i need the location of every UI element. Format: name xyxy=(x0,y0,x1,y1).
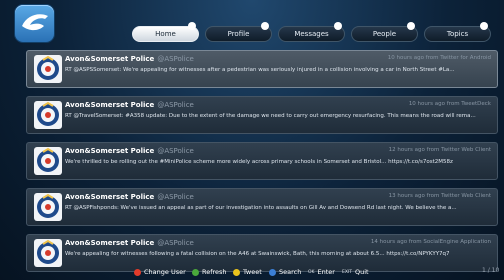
bottom-bar: Change User Refresh Tweet Search OK Ente… xyxy=(0,265,504,280)
tab-topics[interactable]: Topics xyxy=(424,22,491,42)
tweet-author-name: Avon&Somerset Police xyxy=(65,55,155,63)
green-button-icon xyxy=(192,268,199,276)
tweet-meta: 12 hours ago from Twitter Web Client xyxy=(388,147,491,153)
tab-profile-indicator xyxy=(261,22,269,30)
enter-button[interactable]: OK Enter xyxy=(308,268,335,276)
tab-topics-indicator xyxy=(480,22,488,30)
tweet-author-handle: @ASPolice xyxy=(157,193,194,201)
tweet-text: We're appealing for witnesses following … xyxy=(65,251,450,257)
page-indicator: 1 / 10 xyxy=(482,267,500,274)
red-button-icon xyxy=(134,268,141,276)
tweet-text: RT @TravelSomerset: #A358 update: Due to… xyxy=(65,113,476,119)
blue-button-icon xyxy=(269,268,276,276)
tweet-author: Avon&Somerset Police @ASPolice xyxy=(65,239,194,247)
tab-topics-label: Topics xyxy=(446,30,469,38)
quit-button[interactable]: EXIT Quit xyxy=(342,268,369,276)
tab-people-label: People xyxy=(372,30,397,38)
police-badge-avatar-icon xyxy=(34,193,62,221)
refresh-button[interactable]: Refresh xyxy=(192,268,227,276)
tab-messages[interactable]: Messages xyxy=(278,22,345,42)
tweet-meta: 10 hours ago from TweetDeck xyxy=(408,101,491,107)
enter-label: Enter xyxy=(317,268,335,276)
tweet-item[interactable]: Avon&Somerset Police @ASPolice 13 hours a… xyxy=(26,188,498,226)
tab-messages-label: Messages xyxy=(294,30,329,38)
tweet-feed: Avon&Somerset Police @ASPolice 10 hours a… xyxy=(26,50,498,280)
tweet-author-name: Avon&Somerset Police xyxy=(65,193,155,201)
tab-home-label: Home xyxy=(155,30,176,38)
tweet-author-handle: @ASPolice xyxy=(157,55,194,63)
ok-key-icon: OK xyxy=(308,269,315,275)
tab-home[interactable]: Home xyxy=(132,22,199,42)
tweet-item[interactable]: Avon&Somerset Police @ASPolice 12 hours a… xyxy=(26,142,498,180)
tweet-author-handle: @ASPolice xyxy=(157,147,194,155)
tweet-author-handle: @ASPolice xyxy=(157,101,194,109)
exit-key-icon: EXIT xyxy=(342,269,353,275)
yellow-button-icon xyxy=(233,268,240,276)
tweet-author: Avon&Somerset Police @ASPolice xyxy=(65,101,194,109)
tweet-author: Avon&Somerset Police @ASPolice xyxy=(65,193,194,201)
tweet-author-name: Avon&Somerset Police xyxy=(65,101,155,109)
tab-people[interactable]: People xyxy=(351,22,418,42)
tweet-text: RT @ASPSSomerset: We're appealing for wi… xyxy=(65,67,455,73)
police-badge-avatar-icon xyxy=(34,239,62,267)
tweet-author-name: Avon&Somerset Police xyxy=(65,239,155,247)
app-logo xyxy=(15,5,54,42)
tab-profile[interactable]: Profile xyxy=(205,22,272,42)
tweet-text: RT @ASPFishponds: We've issued an appeal… xyxy=(65,205,457,211)
quit-label: Quit xyxy=(355,268,369,276)
change-user-button[interactable]: Change User xyxy=(134,268,186,276)
tweet-item[interactable]: Avon&Somerset Police @ASPolice 10 hours a… xyxy=(26,96,498,134)
tweet-text: We're thrilled to be rolling out the #Mi… xyxy=(65,159,453,165)
search-button[interactable]: Search xyxy=(269,268,301,276)
tweet-meta: 10 hours ago from Twitter for Android xyxy=(387,55,491,61)
tab-profile-label: Profile xyxy=(227,30,250,38)
tab-messages-indicator xyxy=(334,22,342,30)
tweet-author-handle: @ASPolice xyxy=(157,239,194,247)
refresh-label: Refresh xyxy=(202,268,227,276)
search-label: Search xyxy=(279,268,302,276)
tab-people-indicator xyxy=(407,22,415,30)
police-badge-avatar-icon xyxy=(34,147,62,175)
police-badge-avatar-icon xyxy=(34,101,62,129)
tab-home-indicator xyxy=(188,22,196,30)
tab-bar: Home Profile Messages People Topics xyxy=(132,22,498,44)
top-bar: Home Profile Messages People Topics xyxy=(0,0,504,48)
twitter-bird-logo-icon xyxy=(22,14,48,31)
tweet-label: Tweet xyxy=(243,268,262,276)
tweet-author: Avon&Somerset Police @ASPolice xyxy=(65,55,194,63)
tweet-button[interactable]: Tweet xyxy=(233,268,262,276)
tweet-author: Avon&Somerset Police @ASPolice xyxy=(65,147,194,155)
tweet-item[interactable]: Avon&Somerset Police @ASPolice 10 hours a… xyxy=(26,50,498,88)
tweet-meta: 14 hours ago from SocialEngine Applicati… xyxy=(370,239,491,245)
change-user-label: Change User xyxy=(144,268,186,276)
tweet-meta: 13 hours ago from Twitter Web Client xyxy=(388,193,491,199)
police-badge-avatar-icon xyxy=(34,55,62,83)
tweet-author-name: Avon&Somerset Police xyxy=(65,147,155,155)
